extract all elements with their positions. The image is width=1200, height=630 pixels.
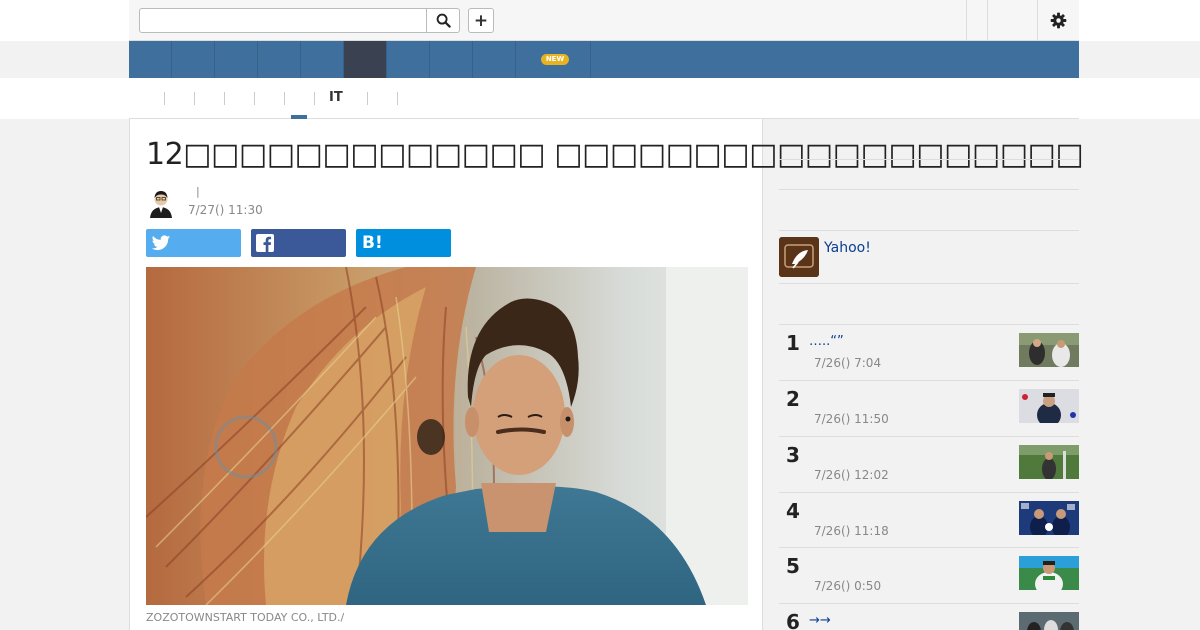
rank-thumbnail[interactable] xyxy=(1019,501,1079,535)
search-icon xyxy=(436,13,451,28)
article-timestamp: 7/27() 11:30 xyxy=(188,203,263,217)
nav-item[interactable] xyxy=(473,41,516,78)
nav-item[interactable] xyxy=(258,41,301,78)
nav-item-active[interactable] xyxy=(344,41,387,78)
sidebar: Yahoo! 1 …..“” 7/26() 7:04 2 7/26() 11:5… xyxy=(779,119,1079,630)
rank-number: 6 xyxy=(786,610,800,630)
quill-pen-icon xyxy=(779,237,819,277)
divider xyxy=(779,283,1079,284)
divider xyxy=(224,92,225,105)
nav-item[interactable] xyxy=(430,41,473,78)
author-avatar[interactable] xyxy=(146,186,176,218)
rank-number: 3 xyxy=(786,443,800,467)
ranking-item[interactable]: 3 7/26() 12:02 xyxy=(779,436,1079,492)
search-button[interactable] xyxy=(426,8,460,33)
twitter-share-button[interactable] xyxy=(146,229,241,257)
sub-nav: IT xyxy=(0,78,1200,119)
nav-item[interactable] xyxy=(387,41,430,78)
hatena-bookmark-icon: B! xyxy=(362,233,383,253)
top-menu-slot[interactable] xyxy=(966,0,987,40)
ranking-item[interactable]: 5 7/26() 0:50 xyxy=(779,547,1079,603)
rank-title[interactable]: →→ xyxy=(809,613,831,628)
nav-item-new[interactable]: NEW xyxy=(516,41,591,78)
ranking-item[interactable]: 4 7/26() 11:18 xyxy=(779,492,1079,548)
nav-item[interactable] xyxy=(301,41,344,78)
settings-button[interactable] xyxy=(1037,0,1079,40)
divider xyxy=(779,189,1079,190)
ranking-item[interactable]: 2 7/26() 11:50 xyxy=(779,380,1079,436)
twitter-bird-icon xyxy=(151,234,171,250)
article: 12□□□□□□□□□□□□□ □□□□□□□□□□□□□□□□□□□ | 7/… xyxy=(129,119,1084,630)
sub-nav-inner: IT xyxy=(129,78,1079,119)
divider xyxy=(314,92,315,105)
tab-it[interactable]: IT xyxy=(329,90,343,105)
rank-time: 7/26() 11:18 xyxy=(814,524,889,538)
top-bar-inner: + xyxy=(129,0,1079,41)
plus-icon: + xyxy=(473,10,489,31)
nav-item[interactable] xyxy=(129,41,172,78)
byline-separator: | xyxy=(196,185,200,198)
divider xyxy=(367,92,368,105)
rank-time: 7/26() 12:02 xyxy=(814,468,889,482)
ranking-item[interactable]: 6 →→ xyxy=(779,603,1079,630)
rank-number: 4 xyxy=(786,499,800,523)
category-nav: NEW xyxy=(129,41,1079,78)
rank-number: 2 xyxy=(786,387,800,411)
top-bar: + xyxy=(0,0,1200,41)
nav-item[interactable] xyxy=(172,41,215,78)
rank-time: 7/26() 0:50 xyxy=(814,579,882,593)
add-button[interactable]: + xyxy=(468,8,494,33)
divider xyxy=(284,92,285,105)
rank-time: 7/26() 11:50 xyxy=(814,412,889,426)
facebook-share-button[interactable] xyxy=(251,229,346,257)
gear-icon xyxy=(1050,12,1067,28)
article-title: 12□□□□□□□□□□□□□ □□□□□□□□□□□□□□□□□□□ xyxy=(146,137,1084,172)
yahoo-author-icon[interactable] xyxy=(779,237,819,277)
rank-number: 1 xyxy=(786,331,800,355)
divider xyxy=(397,92,398,105)
divider xyxy=(254,92,255,105)
divider xyxy=(779,159,1079,160)
rank-thumbnail[interactable] xyxy=(1019,445,1079,479)
divider xyxy=(164,92,165,105)
photo-caption: ZOZOTOWNSTART TODAY CO., LTD./ xyxy=(146,611,345,624)
rank-thumbnail[interactable] xyxy=(1019,556,1079,590)
search-input[interactable] xyxy=(139,8,427,33)
ranking-item[interactable]: 1 …..“” 7/26() 7:04 xyxy=(779,324,1079,380)
divider xyxy=(194,92,195,105)
rank-thumbnail[interactable] xyxy=(1019,612,1079,630)
rank-title[interactable]: …..“” xyxy=(809,334,844,349)
nav-item[interactable] xyxy=(215,41,258,78)
rank-thumbnail[interactable] xyxy=(1019,389,1079,423)
divider xyxy=(779,230,1079,231)
new-badge: NEW xyxy=(541,54,569,65)
rank-thumbnail[interactable] xyxy=(1019,333,1079,367)
rank-time: 7/26() 7:04 xyxy=(814,356,882,370)
yahoo-label[interactable]: Yahoo! xyxy=(824,240,871,256)
rank-number: 5 xyxy=(786,554,800,578)
hatena-bookmark-button[interactable]: B! xyxy=(356,229,451,257)
article-photo[interactable] xyxy=(146,267,748,605)
top-menu-slot[interactable] xyxy=(987,0,1037,40)
facebook-f-icon xyxy=(256,234,274,252)
